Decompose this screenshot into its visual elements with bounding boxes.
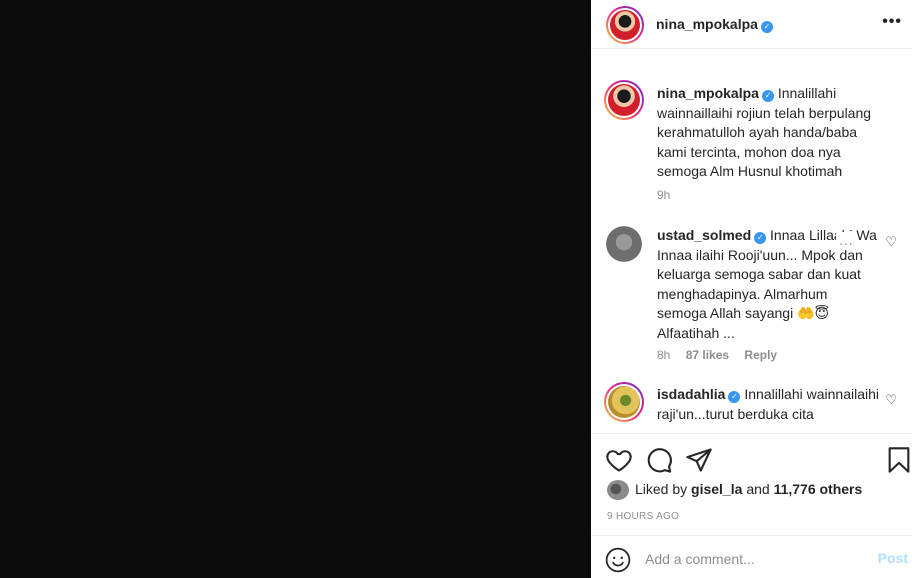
comment-like-heart-icon[interactable]: ♡ (885, 392, 897, 408)
liked-by-prefix: Liked by (635, 481, 688, 497)
post-comment-button[interactable]: Post (878, 550, 908, 566)
author-avatar[interactable] (606, 6, 644, 44)
share-paper-plane-icon[interactable] (685, 446, 713, 474)
emoji-icon[interactable] (605, 547, 631, 573)
caption-time[interactable]: 9h (657, 188, 670, 202)
comment-likes[interactable]: 87 likes (686, 348, 729, 362)
caption-username[interactable]: nina_mpokalpa (657, 85, 759, 101)
verified-badge-icon: ✓ (760, 21, 773, 33)
comment-avatar[interactable] (604, 382, 644, 422)
liked-by-user[interactable]: gisel_la (691, 481, 742, 497)
liked-by-joiner: and (746, 481, 770, 497)
verified-badge-icon: ✓ (728, 391, 741, 403)
comment-meta: 8h 87 likes Reply (657, 348, 789, 362)
like-heart-icon[interactable] (605, 446, 633, 474)
comment-reply-button[interactable]: Reply (744, 348, 777, 362)
caption-meta: 9h (657, 188, 682, 202)
comment-bubble-icon[interactable] (645, 446, 673, 474)
verified-badge-icon: ✓ (761, 90, 774, 102)
author-username[interactable]: nina_mpokalpa ✓ (656, 16, 773, 33)
post-side-panel: nina_mpokalpa ✓ ••• nina_mpokalpa ✓ Innali… (591, 0, 912, 578)
author-username-text[interactable]: nina_mpokalpa (656, 16, 758, 32)
comment-like-heart-icon[interactable]: ♡ (885, 234, 897, 250)
caption-avatar[interactable] (604, 80, 644, 120)
comment-username[interactable]: ustad_solmed (657, 227, 751, 243)
post-timestamp[interactable]: 9 HOURS AGO (607, 511, 679, 522)
liker-avatar[interactable] (607, 480, 629, 500)
post-media[interactable] (0, 0, 591, 578)
comment-composer: Post (591, 535, 912, 578)
comments-list[interactable]: nina_mpokalpa ✓ Innalillahi wainnaillaihi… (591, 50, 912, 433)
more-horizontal-icon[interactable]: ••• (882, 13, 902, 31)
comment-input[interactable] (645, 548, 865, 570)
post-actions (591, 433, 912, 483)
save-bookmark-icon[interactable] (885, 446, 912, 474)
comment-time[interactable]: 8h (657, 348, 670, 362)
comment-avatar[interactable] (606, 226, 642, 262)
caption-text: nina_mpokalpa ✓ Innalillahi wainnaillaihi… (657, 84, 879, 182)
comment-options-icon[interactable]: ... (836, 232, 857, 248)
comment-username[interactable]: isdadahlia (657, 386, 725, 402)
liked-by-others[interactable]: 11,776 others (774, 481, 863, 497)
verified-badge-icon: ✓ (754, 232, 767, 244)
comment-text: isdadahlia ✓ Innalillahi wainnailaihi raj… (657, 385, 879, 424)
post-header: nina_mpokalpa ✓ ••• (591, 0, 912, 49)
